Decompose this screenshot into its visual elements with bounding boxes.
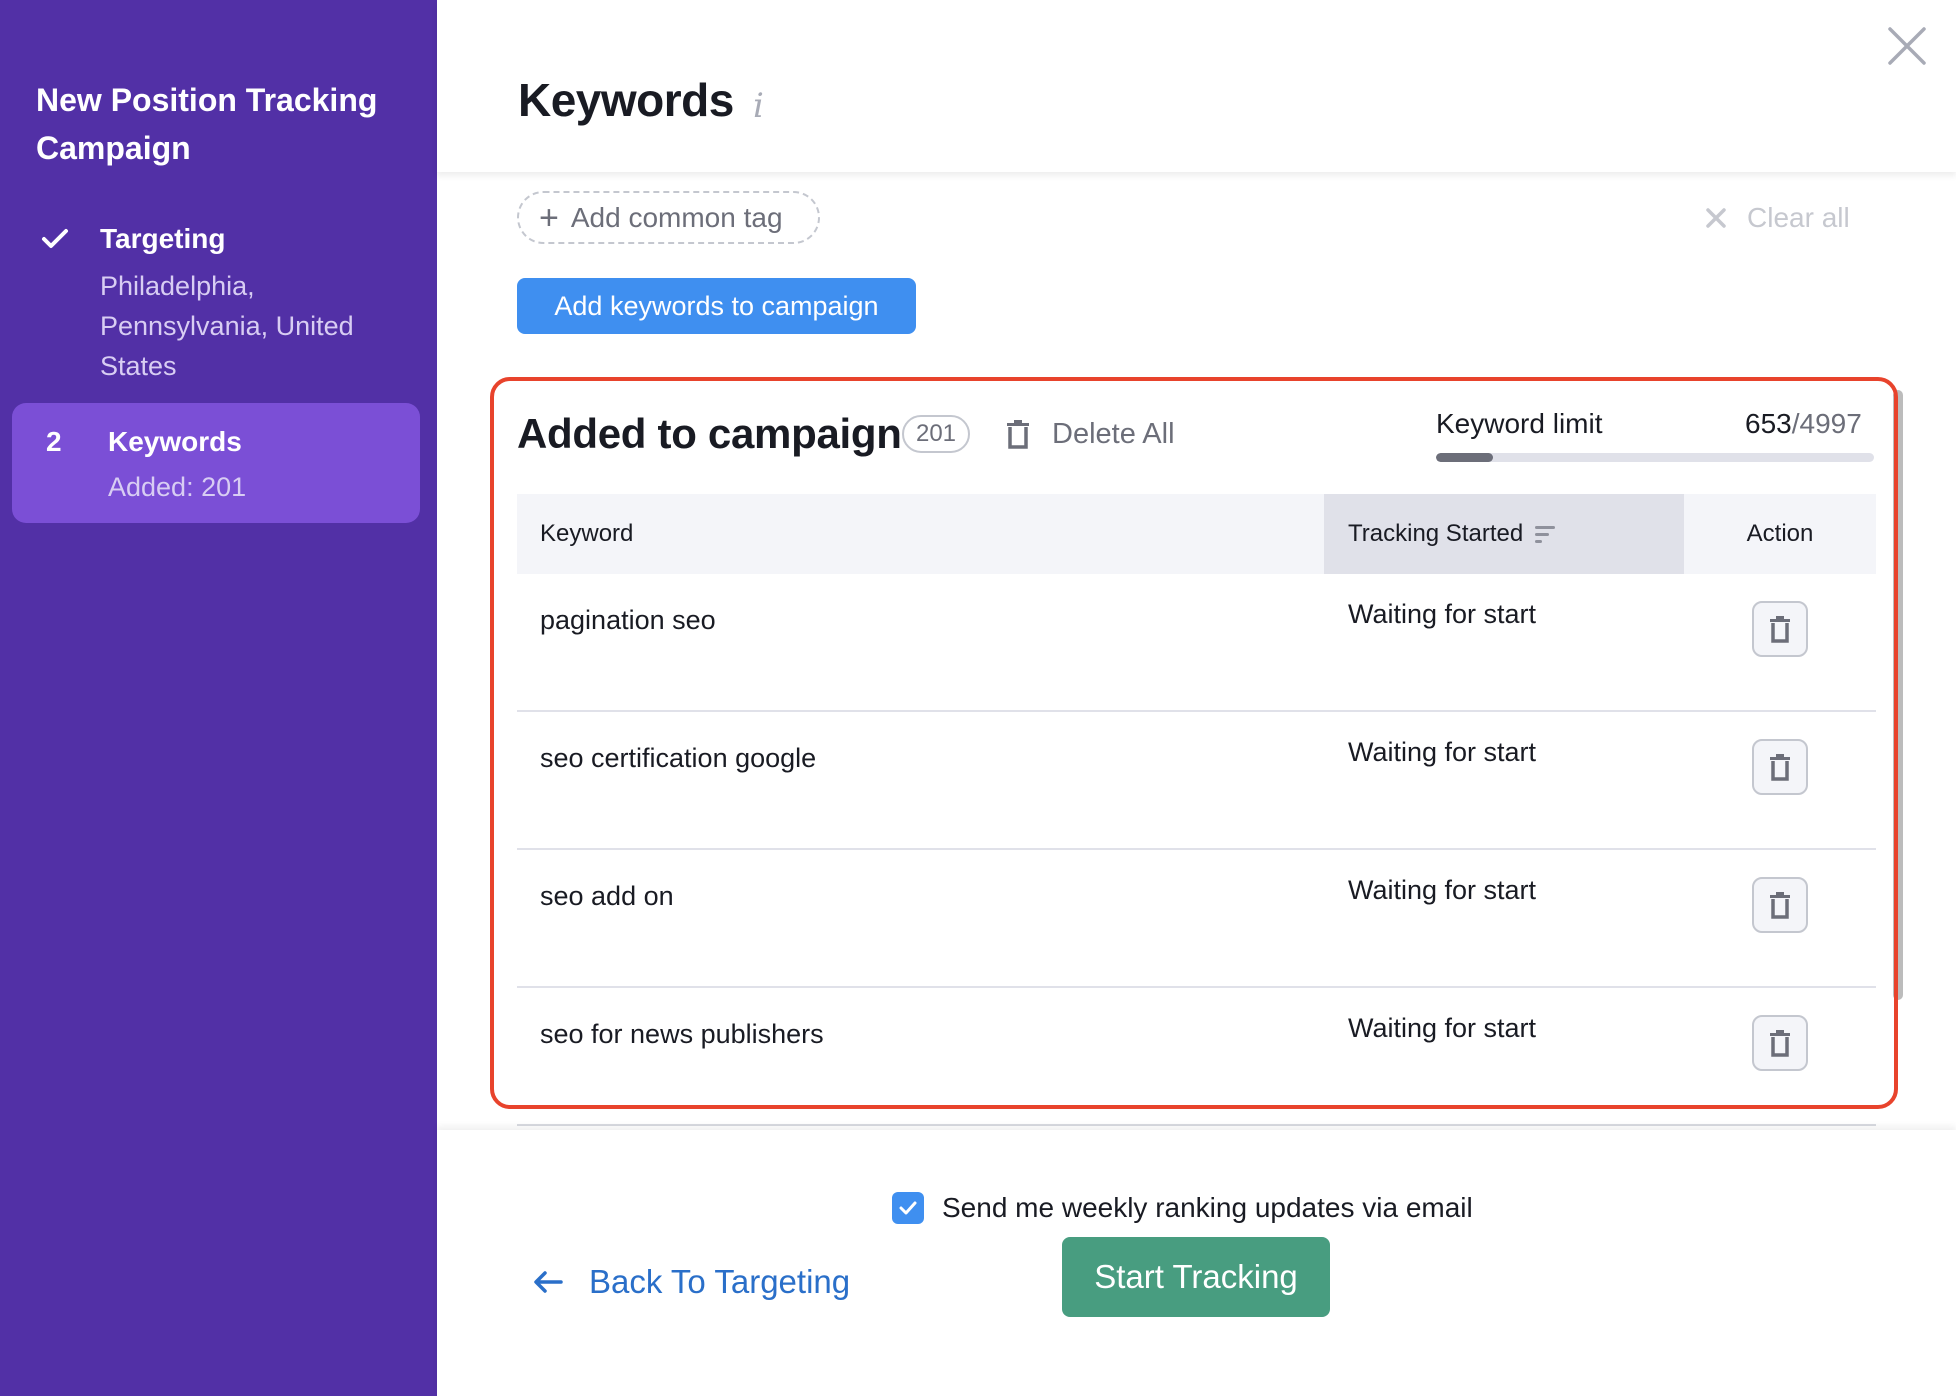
table-row: seo add on Waiting for start [517,850,1876,988]
table-header: Keyword Tracking Started Action [517,494,1876,574]
check-icon [899,1201,917,1215]
keyword-cell: pagination seo [540,605,716,635]
keyword-limit-progress [1436,453,1874,462]
back-to-targeting-link[interactable]: Back To Targeting [533,1252,850,1312]
table-row: seo for news publishers Waiting for start [517,988,1876,1126]
add-tag-label: Add common tag [570,201,783,233]
delete-keyword-button[interactable] [1752,877,1808,933]
clear-all-button[interactable]: Clear all [1705,198,1850,238]
step-keywords[interactable]: 2 Keywords Added: 201 [12,403,420,523]
checkbox[interactable] [892,1192,924,1224]
trash-icon [1007,420,1029,449]
sort-icon [1535,526,1556,543]
step-number: 2 [46,426,62,457]
keyword-limit-value: 653/4997 [1745,404,1862,444]
divider [517,1124,1876,1126]
column-label: Tracking Started [1348,520,1524,547]
add-common-tag-button[interactable]: + Add common tag [517,191,820,244]
delete-keyword-button[interactable] [1752,739,1808,795]
footer: Send me weekly ranking updates via email… [437,1130,1956,1396]
keyword-cell: seo certification google [540,743,817,773]
table-row: seo certification google Waiting for star… [517,712,1876,850]
trash-icon [1770,754,1790,781]
sidebar-title: New Position Tracking Campaign [36,82,378,166]
status-cell: Waiting for start [1348,737,1537,767]
delete-keyword-button[interactable] [1752,601,1808,657]
delete-keyword-button[interactable] [1752,1015,1808,1071]
column-keyword[interactable]: Keyword [540,494,633,574]
step-sub: Added: 201 [108,472,247,502]
step-label: Targeting [100,223,226,254]
email-updates-checkbox[interactable]: Send me weekly ranking updates via email [892,1192,1473,1224]
keywords-table: Keyword Tracking Started Action paginati… [517,494,1876,1126]
status-cell: Waiting for start [1348,599,1537,629]
delete-all-button[interactable]: Delete All [1006,412,1175,456]
keyword-cell: seo for news publishers [540,1019,824,1049]
add-keywords-button[interactable]: Add keywords to campaign [517,278,916,334]
page-title: Keywords [518,74,734,126]
section-title: Added to campaign [517,410,902,457]
keyword-limit-label: Keyword limit [1436,408,1603,439]
column-tracking-started[interactable]: Tracking Started [1324,494,1684,574]
trash-icon [1770,616,1790,643]
table-body: pagination seo Waiting for start seo certi… [517,574,1876,1126]
wizard-sidebar: New Position Tracking Campaign Targeting… [0,0,437,1396]
trash-icon [1770,1030,1790,1057]
close-icon [1888,27,1926,65]
column-action: Action [1746,520,1814,547]
step-sub: Philadelphia, Pennsylvania, United State… [100,271,354,381]
limit-total: /4997 [1791,408,1862,439]
clear-all-label: Clear all [1747,202,1850,233]
start-tracking-button[interactable]: Start Tracking [1062,1237,1330,1317]
check-icon [42,229,68,248]
arrow-left-icon [534,1271,563,1293]
info-icon[interactable]: i [753,86,764,126]
status-cell: Waiting for start [1348,1013,1537,1043]
keyword-limit-fill [1436,453,1494,462]
limit-used: 653 [1745,408,1792,439]
keyword-cell: seo add on [540,881,674,911]
status-cell: Waiting for start [1348,875,1537,905]
table-row: pagination seo Waiting for start [517,574,1876,712]
back-label: Back To Targeting [589,1263,851,1300]
content-area: + Add common tag Clear all Add keywords … [437,172,1956,1130]
close-button[interactable] [1887,26,1927,66]
page-header: Keywords i [437,0,1956,172]
delete-all-label: Delete All [1052,417,1175,450]
scrollbar[interactable] [1893,390,1903,1000]
trash-icon [1770,892,1790,919]
close-icon [1706,208,1726,228]
email-updates-label: Send me weekly ranking updates via email [942,1192,1473,1223]
step-label: Keywords [108,426,242,457]
count-badge: 201 [902,415,970,453]
plus-icon: + [539,198,559,237]
